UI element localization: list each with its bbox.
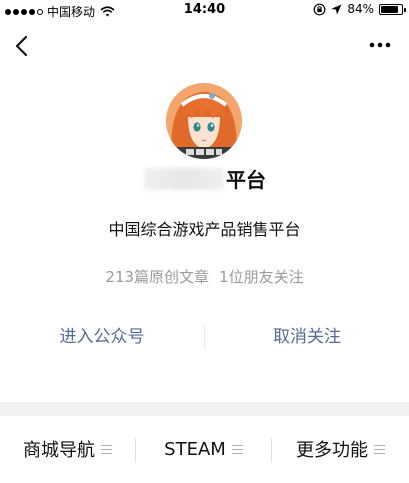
menu-item-steam[interactable]: STEAM	[136, 436, 271, 462]
back-button[interactable]	[10, 32, 34, 60]
more-dots-icon	[369, 42, 391, 48]
menu-item-more-functions[interactable]: 更多功能	[272, 436, 409, 462]
menu-lines-icon	[231, 442, 243, 457]
article-count: 213篇原创文章	[105, 268, 210, 286]
friends-following: 1位朋友关注	[219, 268, 304, 286]
menu-lines-icon	[374, 442, 385, 457]
unfollow-button[interactable]: 取消关注	[205, 322, 409, 352]
profile-screen: 中国移动 14:40 84% 平台 中国综合游戏产品销售平台 213篇原创文章 …	[0, 0, 409, 483]
menu-item-label: 更多功能	[296, 440, 368, 461]
chevron-left-icon	[15, 35, 28, 57]
location-arrow-icon	[331, 4, 342, 14]
orientation-lock-icon	[313, 3, 326, 15]
menu-item-store-nav[interactable]: 商城导航	[0, 436, 135, 462]
more-button[interactable]	[367, 36, 393, 54]
status-right: 84%	[313, 2, 406, 16]
battery-percent: 84%	[347, 2, 374, 16]
redacted-name	[144, 168, 224, 190]
avatar	[166, 83, 242, 159]
menu-item-label: 商城导航	[23, 440, 95, 461]
account-description: 中国综合游戏产品销售平台	[108, 220, 301, 239]
menu-item-label: STEAM	[164, 438, 226, 460]
account-name: 平台	[226, 168, 266, 192]
battery-icon	[379, 3, 406, 15]
section-separator	[0, 402, 409, 416]
account-menu-bar: 商城导航 STEAM 更多功能	[0, 416, 409, 483]
action-row: 进入公众号 取消关注	[0, 322, 409, 354]
enter-account-button[interactable]: 进入公众号	[0, 322, 204, 352]
menu-lines-icon	[101, 442, 112, 457]
account-stats: 213篇原创文章 1位朋友关注	[0, 266, 409, 287]
account-name-row: 平台	[0, 164, 409, 194]
status-bar: 中国移动 14:40 84%	[0, 0, 409, 20]
